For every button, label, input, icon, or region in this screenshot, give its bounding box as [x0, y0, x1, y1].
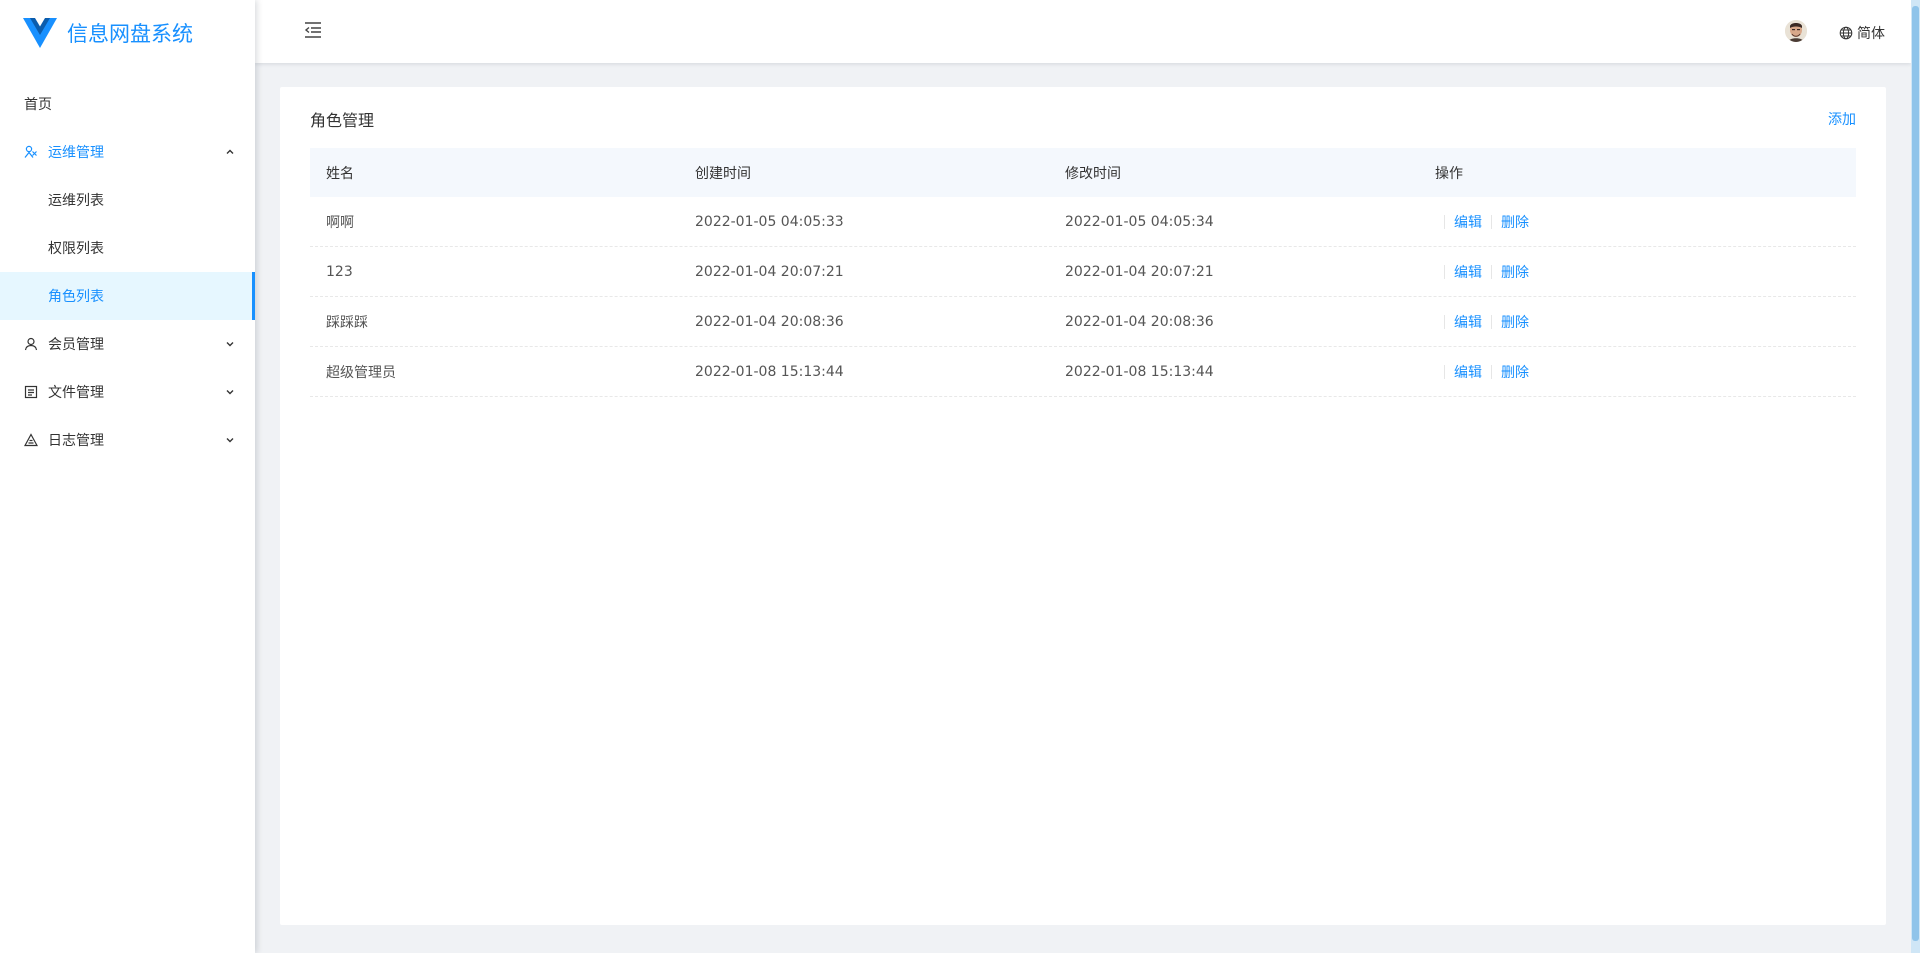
edit-button[interactable]: 编辑 [1454, 312, 1482, 332]
language-switch[interactable]: 简体 [1839, 23, 1885, 43]
globe-icon [1839, 26, 1853, 40]
delete-button[interactable]: 删除 [1501, 212, 1529, 232]
user-icon [24, 337, 38, 351]
column-header-name: 姓名 [326, 165, 354, 182]
chevron-down-icon [225, 339, 235, 349]
cell-modified: 2022-01-04 20:08:36 [1065, 313, 1214, 330]
sidebar-menu: 首页 运维管理 运维列表 权限列表 角色列表 会员管理 文件管理 日志管理 [0, 80, 255, 464]
sidebar-item-members[interactable]: 会员管理 [0, 320, 255, 368]
scrollbar-thumb[interactable] [1912, 6, 1919, 941]
cell-actions: 编辑 删除 [1419, 262, 1856, 282]
delete-button[interactable]: 删除 [1501, 312, 1529, 332]
ops-submenu: 运维列表 权限列表 角色列表 [0, 176, 255, 320]
cell-name: 超级管理员 [326, 364, 396, 381]
cell-modified: 2022-01-08 15:13:44 [1065, 363, 1214, 380]
role-management-card: 角色管理 添加 姓名 创建时间 修改时间 操作 啊啊 2022-01-05 04… [280, 87, 1886, 925]
delete-button[interactable]: 删除 [1501, 262, 1529, 282]
sidebar-item-label: 运维管理 [48, 145, 104, 161]
sidebar-item-label: 文件管理 [48, 385, 104, 401]
sidebar-item-role-list[interactable]: 角色列表 [0, 272, 255, 320]
cell-actions: 编辑 删除 [1419, 312, 1856, 332]
sidebar-item-files[interactable]: 文件管理 [0, 368, 255, 416]
table-row: 123 2022-01-04 20:07:21 2022-01-04 20:07… [310, 247, 1856, 297]
cell-created: 2022-01-08 15:13:44 [695, 363, 844, 380]
vertical-scrollbar[interactable] [1911, 0, 1920, 953]
add-button[interactable]: 添加 [1828, 109, 1856, 129]
cell-actions: 编辑 删除 [1419, 362, 1856, 382]
divider [1444, 314, 1445, 329]
cell-name: 踩踩踩 [326, 314, 368, 331]
app-title: 信息网盘系统 [67, 22, 193, 46]
sidebar-item-label: 权限列表 [48, 241, 104, 257]
cell-modified: 2022-01-04 20:07:21 [1065, 263, 1214, 280]
sidebar-item-logs[interactable]: 日志管理 [0, 416, 255, 464]
edit-button[interactable]: 编辑 [1454, 212, 1482, 232]
cell-created: 2022-01-04 20:07:21 [695, 263, 844, 280]
sidebar-item-label: 首页 [24, 97, 52, 113]
menu-fold-icon[interactable] [303, 20, 323, 40]
cell-name: 123 [326, 263, 353, 280]
cell-created: 2022-01-04 20:08:36 [695, 313, 844, 330]
column-header-created: 创建时间 [695, 165, 751, 182]
divider [1491, 264, 1492, 279]
sidebar: 信息网盘系统 首页 运维管理 运维列表 权限列表 角色列表 会员管理 文件管理 … [0, 0, 255, 953]
sidebar-item-ops-list[interactable]: 运维列表 [0, 176, 255, 224]
ops-icon [24, 145, 38, 159]
table-row: 踩踩踩 2022-01-04 20:08:36 2022-01-04 20:08… [310, 297, 1856, 347]
divider [1491, 314, 1492, 329]
edit-button[interactable]: 编辑 [1454, 362, 1482, 382]
column-header-actions: 操作 [1435, 165, 1463, 182]
table-header: 姓名 创建时间 修改时间 操作 [310, 148, 1856, 197]
cell-name: 啊啊 [326, 214, 354, 231]
page-title: 角色管理 [310, 111, 375, 130]
chevron-down-icon [225, 387, 235, 397]
chevron-up-icon [225, 147, 235, 157]
edit-button[interactable]: 编辑 [1454, 262, 1482, 282]
sidebar-item-label: 运维列表 [48, 193, 104, 209]
sidebar-item-home[interactable]: 首页 [0, 80, 255, 128]
cell-actions: 编辑 删除 [1419, 212, 1856, 232]
language-label: 简体 [1857, 26, 1885, 42]
sidebar-item-label: 日志管理 [48, 433, 104, 449]
sidebar-item-label: 角色列表 [48, 289, 104, 305]
divider [1491, 364, 1492, 379]
delete-button[interactable]: 删除 [1501, 362, 1529, 382]
app-root: 信息网盘系统 首页 运维管理 运维列表 权限列表 角色列表 会员管理 文件管理 … [0, 0, 1920, 953]
divider [1491, 214, 1492, 229]
divider [1444, 214, 1445, 229]
user-avatar-icon [1785, 20, 1807, 42]
table-row: 啊啊 2022-01-05 04:05:33 2022-01-05 04:05:… [310, 197, 1856, 247]
logo[interactable]: 信息网盘系统 [0, 0, 255, 66]
divider [1444, 264, 1445, 279]
sidebar-item-ops[interactable]: 运维管理 [0, 128, 255, 176]
divider [1444, 364, 1445, 379]
roles-table: 姓名 创建时间 修改时间 操作 啊啊 2022-01-05 04:05:33 2… [310, 148, 1856, 397]
top-header: 简体 [255, 0, 1911, 63]
column-header-modified: 修改时间 [1065, 165, 1121, 182]
cell-modified: 2022-01-05 04:05:34 [1065, 213, 1214, 230]
avatar[interactable] [1785, 20, 1807, 42]
sidebar-item-permission-list[interactable]: 权限列表 [0, 224, 255, 272]
warning-icon [24, 433, 38, 447]
chevron-down-icon [225, 435, 235, 445]
vue-logo-icon [23, 18, 57, 48]
sidebar-item-label: 会员管理 [48, 337, 104, 353]
table-row: 超级管理员 2022-01-08 15:13:44 2022-01-08 15:… [310, 347, 1856, 397]
file-icon [24, 385, 38, 399]
cell-created: 2022-01-05 04:05:33 [695, 213, 844, 230]
